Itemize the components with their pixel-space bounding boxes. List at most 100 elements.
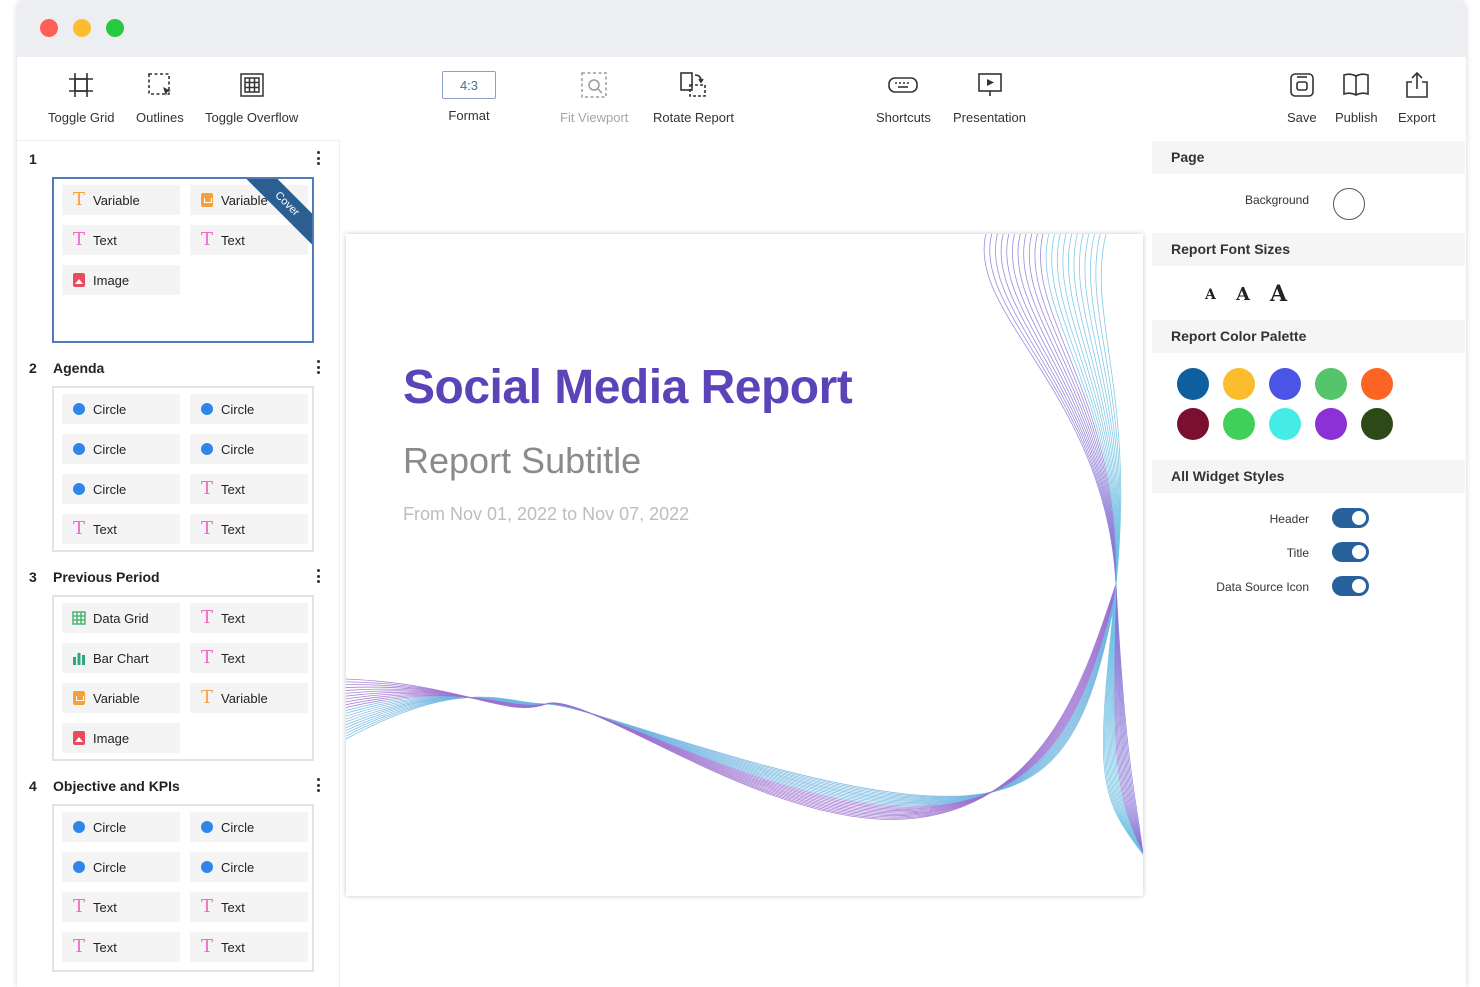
section-header-2[interactable]: 2 Agenda [17, 356, 339, 380]
outlines-button[interactable]: Outlines [136, 65, 184, 125]
widget-chip[interactable]: T Text [190, 514, 308, 544]
palette-color-swatch[interactable] [1269, 368, 1301, 400]
widget-chip[interactable]: T Text [62, 892, 180, 922]
page-thumbnail-3[interactable]: Data Grid T Text Bar Chart T Text Variable… [52, 595, 314, 761]
shortcuts-button[interactable]: Shortcuts [876, 65, 931, 125]
palette-color-swatch[interactable] [1315, 408, 1347, 440]
variable-icon [72, 690, 86, 706]
minimize-window-button[interactable] [73, 19, 91, 37]
publish-button[interactable]: Publish [1335, 65, 1378, 125]
report-slide[interactable]: Social Media Report Report Subtitle From… [346, 234, 1143, 896]
rotate-report-button[interactable]: Rotate Report [653, 65, 734, 125]
fit-viewport-icon [580, 65, 608, 105]
page-thumbnail-1[interactable]: T Variable Variable T Text T Text Image Cov… [52, 177, 314, 343]
palette-color-swatch[interactable] [1177, 408, 1209, 440]
palette-color-swatch[interactable] [1177, 368, 1209, 400]
export-button[interactable]: Export [1398, 65, 1436, 125]
background-label: Background [1244, 193, 1309, 207]
palette-color-swatch[interactable] [1223, 408, 1255, 440]
widget-chip[interactable]: T Text [190, 603, 308, 633]
widget-chip[interactable]: T Text [62, 514, 180, 544]
widget-chip[interactable]: Circle [190, 852, 308, 882]
palette-color-swatch[interactable] [1361, 408, 1393, 440]
report-title[interactable]: Social Media Report [403, 360, 853, 415]
toolbar: Toggle Grid Outlines Toggle Overflow 4:3… [17, 57, 1466, 140]
widget-chip[interactable]: T Text [190, 892, 308, 922]
presentation-button[interactable]: Presentation [953, 65, 1026, 125]
widget-chip[interactable]: Circle [62, 812, 180, 842]
header-toggle[interactable] [1332, 508, 1369, 528]
report-subtitle[interactable]: Report Subtitle [403, 440, 641, 482]
format-button[interactable]: 4:3 Format [442, 65, 496, 123]
widget-chip[interactable]: Image [62, 265, 180, 295]
widget-chip[interactable]: Circle [62, 434, 180, 464]
section-menu-icon[interactable] [313, 358, 323, 376]
widget-chip[interactable]: Bar Chart [62, 643, 180, 673]
widget-chip[interactable]: Image [62, 723, 180, 753]
wave-line [1000, 234, 1143, 855]
properties-panel: Page Background Report Font Sizes A A A … [1151, 140, 1466, 987]
widget-chip[interactable]: Circle [190, 812, 308, 842]
widget-chip[interactable]: T Text [62, 225, 180, 255]
report-date-range[interactable]: From Nov 01, 2022 to Nov 07, 2022 [403, 504, 689, 525]
section-header-4[interactable]: 4 Objective and KPIs [17, 774, 339, 798]
section-menu-icon[interactable] [313, 567, 323, 585]
widget-chip[interactable]: Circle [62, 852, 180, 882]
circle-icon [72, 859, 86, 875]
widget-chip[interactable]: T Text [190, 474, 308, 504]
widget-chip[interactable]: T Text [190, 643, 308, 673]
toggle-grid-button[interactable]: Toggle Grid [48, 65, 114, 125]
toggle-overflow-button[interactable]: Toggle Overflow [205, 65, 298, 125]
palette-color-swatch[interactable] [1361, 368, 1393, 400]
font-size-medium-button[interactable]: A [1236, 284, 1250, 305]
page-thumbnail-4[interactable]: Circle Circle Circle Circle T Text T Text … [52, 804, 314, 972]
widget-chip[interactable]: T Text [62, 932, 180, 962]
text-icon: T [200, 647, 213, 668]
image-icon [72, 272, 86, 288]
section-number: 1 [29, 151, 37, 167]
widget-chip[interactable]: Data Grid [62, 603, 180, 633]
font-size-large-button[interactable]: A [1270, 281, 1287, 307]
presentation-label: Presentation [953, 110, 1026, 125]
circle-icon [72, 401, 86, 417]
palette-color-swatch[interactable] [1223, 368, 1255, 400]
section-menu-icon[interactable] [313, 149, 323, 167]
wave-line [346, 585, 1117, 815]
font-size-small-button[interactable]: A [1205, 287, 1216, 303]
section-header-3[interactable]: 3 Previous Period [17, 565, 339, 589]
save-label: Save [1287, 110, 1317, 125]
palette-color-swatch[interactable] [1315, 368, 1347, 400]
circle-icon [72, 819, 86, 835]
widget-chip[interactable]: Circle [62, 394, 180, 424]
widget-chip[interactable]: T Variable [190, 683, 308, 713]
title-toggle[interactable] [1332, 542, 1369, 562]
circle-icon [72, 441, 86, 457]
section-menu-icon[interactable] [313, 776, 323, 794]
palette-color-swatch[interactable] [1269, 408, 1301, 440]
widget-chip[interactable]: Circle [190, 394, 308, 424]
widget-chip[interactable]: T Variable [62, 185, 180, 215]
circle-icon [200, 819, 214, 835]
text-icon: T [200, 607, 213, 628]
widget-chip[interactable]: T Text [190, 932, 308, 962]
widget-styles-header: All Widget Styles [1152, 460, 1465, 493]
circle-icon [72, 481, 86, 497]
grid-crosshair-icon [68, 65, 94, 105]
text-icon: T [72, 936, 85, 957]
background-color-swatch[interactable] [1333, 188, 1365, 220]
data-source-icon-toggle[interactable] [1332, 576, 1369, 596]
fit-viewport-button[interactable]: Fit Viewport [560, 65, 628, 125]
save-button[interactable]: Save [1287, 65, 1317, 125]
widget-chip[interactable]: Variable [62, 683, 180, 713]
wave-lines-decoration [346, 234, 1143, 855]
toggle-grid-label: Toggle Grid [48, 110, 115, 125]
widget-chip[interactable]: Circle [190, 434, 308, 464]
widget-chip[interactable]: T Text [190, 225, 308, 255]
text-icon: T [72, 896, 85, 917]
maximize-window-button[interactable] [106, 19, 124, 37]
title-bar [17, 0, 1466, 57]
widget-chip[interactable]: Circle [62, 474, 180, 504]
section-header-1[interactable]: 1 [17, 147, 339, 171]
page-thumbnail-2[interactable]: Circle Circle Circle Circle Circle T Text… [52, 386, 314, 552]
close-window-button[interactable] [40, 19, 58, 37]
